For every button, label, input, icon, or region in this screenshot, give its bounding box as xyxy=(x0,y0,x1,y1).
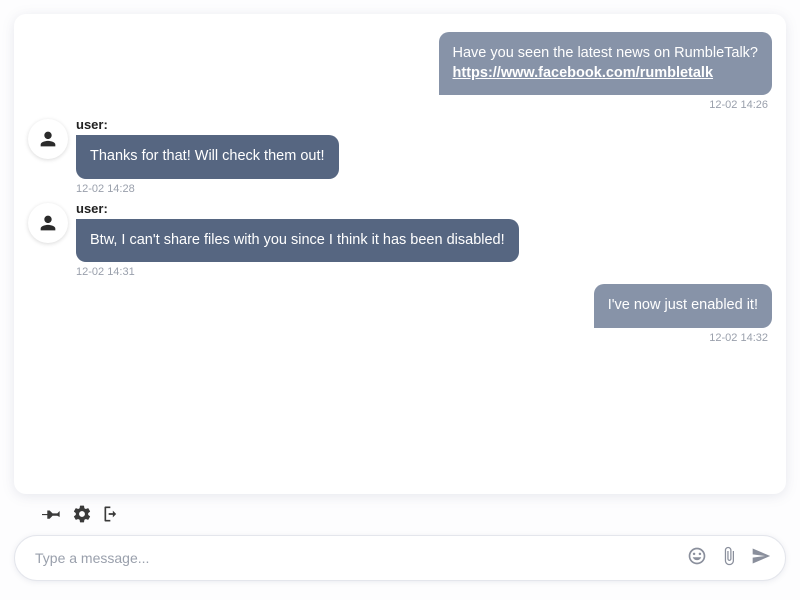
message-received: user: Thanks for that! Will check them o… xyxy=(28,117,772,179)
message-text: Thanks for that! Will check them out! xyxy=(90,148,325,164)
message-username: user: xyxy=(76,201,519,216)
logout-icon[interactable] xyxy=(102,504,122,529)
avatar xyxy=(28,203,68,243)
message-bubble: Have you seen the latest news on RumbleT… xyxy=(439,32,772,95)
message-bubble: I've now just enabled it! xyxy=(594,284,772,328)
message-text: Btw, I can't share files with you since … xyxy=(90,232,505,248)
emoji-icon[interactable] xyxy=(687,546,707,571)
input-icons xyxy=(687,546,771,571)
message-input-bar xyxy=(14,535,786,581)
message-sent: Have you seen the latest news on RumbleT… xyxy=(28,32,772,95)
message-input[interactable] xyxy=(35,550,687,566)
message-column: user: Thanks for that! Will check them o… xyxy=(76,117,339,179)
message-column: user: Btw, I can't share files with you … xyxy=(76,201,519,263)
message-bubble: Btw, I can't share files with you since … xyxy=(76,219,519,263)
chat-window: Have you seen the latest news on RumbleT… xyxy=(14,14,786,494)
message-timestamp: 12-02 14:28 xyxy=(76,183,772,195)
attachment-icon[interactable] xyxy=(719,546,739,571)
gear-icon[interactable] xyxy=(72,504,92,529)
message-timestamp: 12-02 14:32 xyxy=(28,332,772,344)
message-text: Have you seen the latest news on RumbleT… xyxy=(453,45,758,61)
avatar xyxy=(28,119,68,159)
message-text: I've now just enabled it! xyxy=(608,297,758,313)
message-username: user: xyxy=(76,117,339,132)
message-bubble: Thanks for that! Will check them out! xyxy=(76,135,339,179)
user-icon xyxy=(37,128,59,150)
message-sent: I've now just enabled it! xyxy=(28,284,772,328)
user-icon xyxy=(37,212,59,234)
message-received: user: Btw, I can't share files with you … xyxy=(28,201,772,263)
message-link[interactable]: https://www.facebook.com/rumbletalk xyxy=(453,65,714,81)
message-timestamp: 12-02 14:31 xyxy=(76,266,772,278)
pin-icon[interactable] xyxy=(42,504,62,529)
send-icon[interactable] xyxy=(751,546,771,571)
message-timestamp: 12-02 14:26 xyxy=(28,99,772,111)
toolbar xyxy=(14,494,786,535)
